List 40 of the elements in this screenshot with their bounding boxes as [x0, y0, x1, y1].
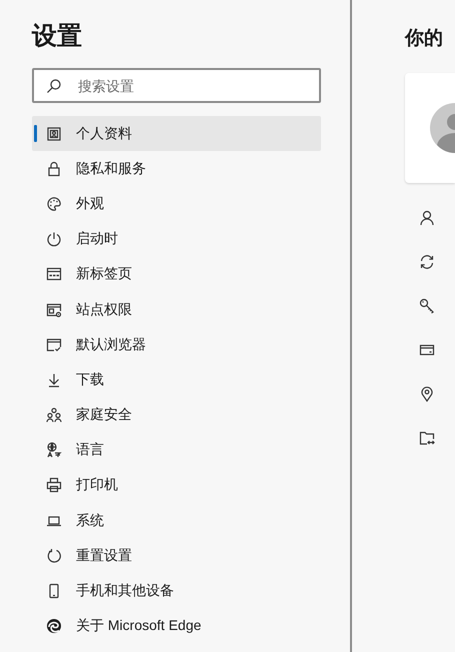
- family-icon: [46, 407, 62, 424]
- lock-icon: [46, 160, 62, 177]
- sidebar-item[interactable]: 默认浏览器: [32, 327, 321, 362]
- sidebar-item[interactable]: 隐私和服务: [32, 151, 321, 186]
- page-title: 设置: [32, 21, 83, 52]
- search-field[interactable]: 搜索设置: [32, 68, 321, 103]
- sidebar-item[interactable]: 系统: [32, 503, 321, 538]
- sidebar-item[interactable]: 个人资料: [32, 116, 321, 152]
- selection-indicator: [34, 125, 37, 142]
- profile-icon: [46, 126, 62, 142]
- folder-transfer-icon[interactable]: [419, 430, 435, 446]
- sidebar-item[interactable]: 打印机: [32, 468, 321, 504]
- sidebar-item[interactable]: 新标签页: [32, 256, 321, 292]
- key-icon[interactable]: [419, 298, 435, 314]
- sidebar-item[interactable]: 重置设置: [32, 538, 321, 574]
- location-pin-icon[interactable]: [419, 386, 435, 402]
- edge-logo-icon: [46, 618, 62, 634]
- section-title: 你的: [405, 27, 444, 51]
- person-icon[interactable]: [419, 210, 435, 226]
- new-tab-icon: [46, 266, 62, 282]
- browser-check-icon: [46, 336, 62, 353]
- power-icon: [46, 231, 62, 248]
- printer-icon: [46, 477, 62, 494]
- card-icon[interactable]: [419, 342, 435, 358]
- avatar: [429, 102, 455, 154]
- search-icon: [46, 78, 62, 94]
- sidebar-item[interactable]: 下载: [32, 362, 321, 398]
- sidebar-item[interactable]: 启动时: [32, 222, 321, 257]
- sidebar-item[interactable]: 站点权限: [32, 292, 321, 328]
- sync-icon[interactable]: [419, 254, 435, 270]
- site-settings-icon: [46, 302, 62, 318]
- language-icon: [46, 442, 62, 458]
- sidebar-item[interactable]: 家庭安全: [32, 398, 321, 433]
- sidebar-item[interactable]: 语言: [32, 432, 321, 468]
- reset-icon: [46, 548, 62, 564]
- palette-icon: [46, 196, 62, 212]
- sidebar-item[interactable]: 手机和其他设备: [32, 573, 321, 609]
- sidebar-item[interactable]: 外观: [32, 186, 321, 222]
- download-icon: [46, 372, 62, 388]
- sidebar-item[interactable]: 关于 Microsoft Edge: [32, 608, 321, 644]
